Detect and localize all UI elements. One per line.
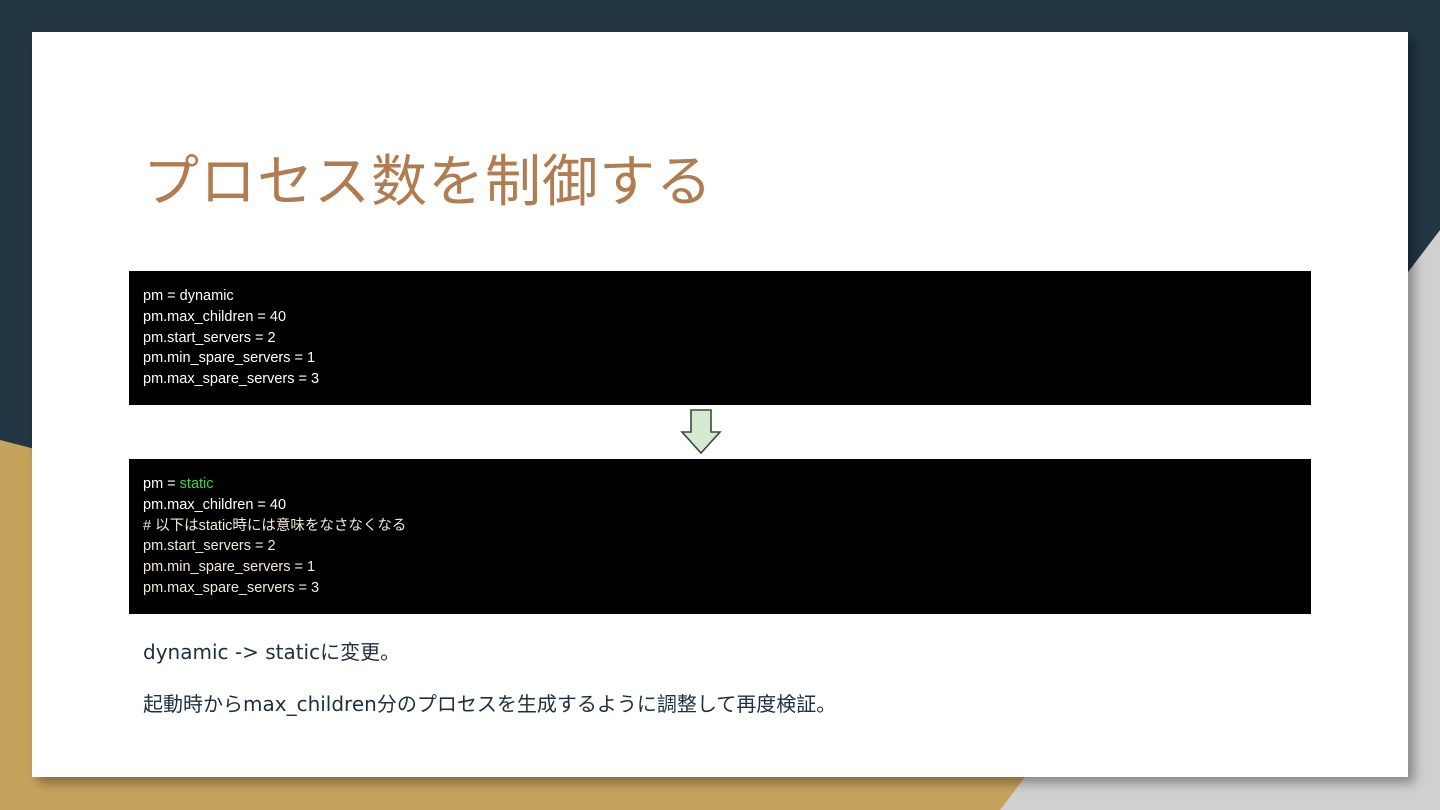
code-line: pm.max_spare_servers = 3 xyxy=(143,579,320,596)
code-block-after: pm = static pm.max_children = 40 # 以下はst… xyxy=(129,459,1311,614)
code-highlight-static: static xyxy=(179,476,214,492)
code-line: pm.max_children = 40 xyxy=(143,308,287,325)
code-block-before: pm = dynamic pm.max_children = 40 pm.sta… xyxy=(129,271,1311,405)
code-comment: # 以下はstatic時には意味をなさなくなる xyxy=(143,517,407,534)
code-line-pm-prefix: pm = xyxy=(143,476,180,492)
code-line: pm.min_spare_servers = 1 xyxy=(143,559,316,576)
code-line: pm = dynamic xyxy=(143,288,234,304)
code-line: pm.start_servers = 2 xyxy=(143,538,276,555)
code-line: pm.max_spare_servers = 3 xyxy=(143,371,320,388)
code-line-pm-mode: pm = static xyxy=(143,474,1297,495)
note-verification: 起動時からmax_children分のプロセスを生成するように調整して再度検証。 xyxy=(143,692,837,716)
code-line: pm.min_spare_servers = 1 xyxy=(143,350,316,367)
note-change: dynamic -> staticに変更。 xyxy=(143,640,401,664)
presentation-stage: プロセス数を制御する pm = dynamic pm.max_children … xyxy=(0,0,1440,810)
down-arrow-icon xyxy=(680,409,722,455)
code-line: pm.start_servers = 2 xyxy=(143,329,276,346)
slide-title: プロセス数を制御する xyxy=(143,150,713,215)
code-line: pm.max_children = 40 xyxy=(143,496,287,513)
